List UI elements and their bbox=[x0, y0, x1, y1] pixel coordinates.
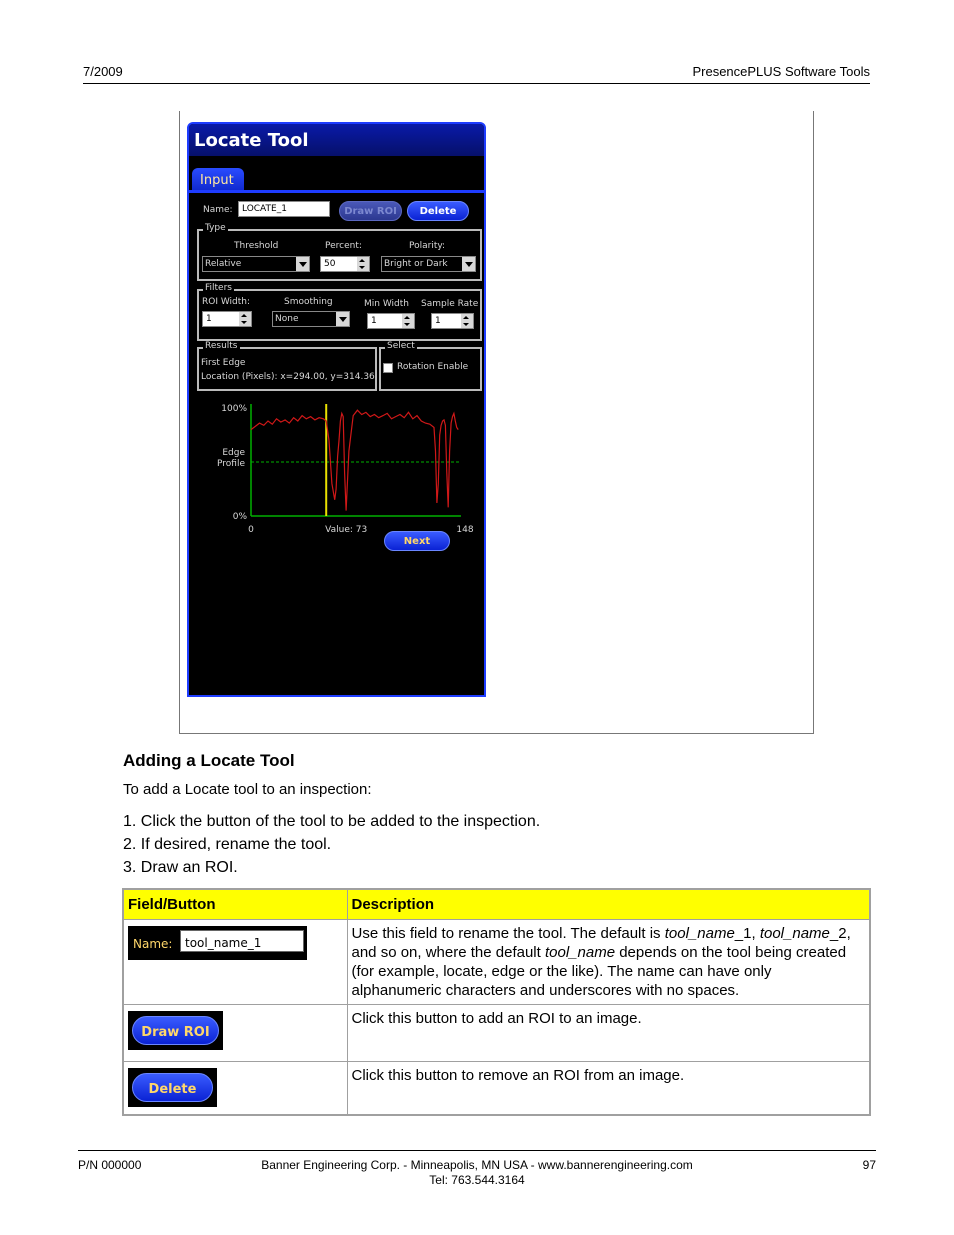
stepper-arrows-icon bbox=[402, 314, 414, 328]
name-field[interactable]: LOCATE_1 bbox=[238, 201, 330, 217]
next-button[interactable]: Next bbox=[384, 531, 450, 551]
percent-stepper[interactable]: 50 bbox=[320, 256, 370, 272]
section-title: Adding a Locate Tool bbox=[123, 751, 295, 770]
col-field-button: Field/Button bbox=[122, 888, 348, 920]
min-width-value: 1 bbox=[371, 316, 377, 326]
table-row: Name: tool_name_1 Use this field to rena… bbox=[122, 918, 871, 1005]
delete-example-label: Delete bbox=[132, 1072, 213, 1102]
panel-title: Locate Tool bbox=[189, 124, 484, 156]
name-label: Name: bbox=[203, 205, 233, 215]
sample-rate-label: Sample Rate bbox=[421, 299, 479, 309]
locate-tool-panel: Locate Tool Input Name: LOCATE_1 Draw RO… bbox=[187, 122, 486, 697]
list-item: 1. Click the button of the tool to be ad… bbox=[123, 813, 541, 830]
sample-rate-stepper[interactable]: 1 bbox=[431, 313, 474, 329]
tab-strip bbox=[189, 190, 484, 193]
footer-part-number: P/N 000000 bbox=[78, 1158, 142, 1172]
y-mid-label-1: Edge bbox=[222, 448, 245, 458]
results-first-edge: First Edge bbox=[201, 358, 246, 368]
chevron-down-icon bbox=[462, 257, 475, 271]
roi-width-label: ROI Width: bbox=[202, 297, 251, 307]
filters-group-title: Filters bbox=[203, 283, 234, 293]
draw-roi-example-label: Draw ROI bbox=[132, 1015, 219, 1045]
col-description: Description bbox=[346, 888, 871, 920]
chevron-down-icon bbox=[336, 312, 349, 326]
type-group-title: Type bbox=[203, 223, 228, 233]
row1-description: Use this field to rename the tool. The d… bbox=[346, 918, 871, 1005]
y-bottom-label: 0% bbox=[233, 512, 248, 522]
x-max-label: 148 bbox=[456, 525, 473, 535]
list-item: 2. If desired, rename the tool. bbox=[123, 836, 332, 853]
row3-description: Click this button to remove an ROI from … bbox=[346, 1060, 871, 1116]
footer-rule bbox=[78, 1150, 876, 1151]
name-example-field: tool_name_1 bbox=[180, 929, 304, 952]
smoothing-value: None bbox=[275, 314, 299, 324]
min-width-stepper[interactable]: 1 bbox=[367, 313, 415, 329]
rotation-enable-label: Rotation Enable bbox=[397, 362, 469, 372]
sample-rate-value: 1 bbox=[435, 316, 441, 326]
footer-company: Banner Engineering Corp. - Minneapolis, … bbox=[200, 1158, 754, 1188]
list-item: 3. Draw an ROI. bbox=[123, 859, 238, 876]
draw-roi-button-example: Draw ROI bbox=[128, 1010, 223, 1050]
table-header-row: Field/Button Description bbox=[122, 888, 871, 920]
chevron-down-icon bbox=[296, 257, 309, 271]
footer-phone: Tel: 763.544.3164 bbox=[429, 1173, 525, 1187]
percent-value: 50 bbox=[324, 259, 336, 269]
smoothing-select[interactable]: None bbox=[272, 311, 350, 327]
results-location: Location (Pixels): x=294.00, y=314.36 bbox=[201, 372, 375, 382]
x-min-label: 0 bbox=[248, 525, 254, 535]
footer-company-line: Banner Engineering Corp. - Minneapolis, … bbox=[261, 1158, 693, 1172]
smoothing-label: Smoothing bbox=[284, 297, 333, 307]
polarity-select[interactable]: Bright or Dark bbox=[381, 256, 476, 272]
delete-button-example: Delete bbox=[128, 1067, 217, 1107]
roi-width-value: 1 bbox=[206, 314, 212, 324]
edge-profile-series bbox=[250, 409, 459, 511]
footer-page-number: 97 bbox=[862, 1158, 876, 1172]
roi-width-stepper[interactable]: 1 bbox=[202, 311, 252, 327]
table-row: Draw ROI Click this button to add an ROI… bbox=[122, 1003, 871, 1062]
threshold-select[interactable]: Relative bbox=[202, 256, 310, 272]
y-top-label: 100% bbox=[221, 404, 247, 414]
table-row: Delete Click this button to remove an RO… bbox=[122, 1060, 871, 1116]
header-date: 7/2009 bbox=[83, 64, 123, 79]
polarity-label: Polarity: bbox=[409, 241, 446, 251]
results-group: Results bbox=[197, 341, 377, 391]
steps-list: 1. Click the button of the tool to be ad… bbox=[123, 810, 540, 879]
name-example-label: Name: bbox=[133, 936, 173, 951]
name-field-example: Name: tool_name_1 bbox=[128, 925, 307, 960]
stepper-arrows-icon bbox=[461, 314, 473, 328]
stepper-arrows-icon bbox=[357, 257, 369, 271]
threshold-label: Threshold bbox=[234, 241, 279, 251]
header-rule bbox=[83, 83, 870, 84]
rotation-enable-checkbox[interactable] bbox=[383, 363, 393, 373]
percent-label: Percent: bbox=[325, 241, 362, 251]
delete-button[interactable]: Delete bbox=[407, 201, 469, 221]
draw-roi-button[interactable]: Draw ROI bbox=[339, 201, 402, 221]
stepper-arrows-icon bbox=[239, 312, 251, 326]
section-intro: To add a Locate tool to an inspection: bbox=[123, 781, 372, 798]
type-group: Type bbox=[197, 223, 482, 281]
field-button-table: Field/Button Description Name: tool_name… bbox=[122, 888, 871, 1116]
select-group-title: Select bbox=[385, 341, 417, 351]
value-label: Value: 73 bbox=[325, 525, 367, 535]
threshold-value: Relative bbox=[205, 259, 242, 269]
y-mid-label-2: Profile bbox=[217, 459, 245, 469]
row2-description: Click this button to add an ROI to an im… bbox=[346, 1003, 871, 1062]
polarity-value: Bright or Dark bbox=[384, 259, 448, 269]
min-width-label: Min Width bbox=[364, 299, 409, 309]
header-doc-title: PresencePLUS Software Tools bbox=[692, 64, 870, 79]
results-group-title: Results bbox=[203, 341, 240, 351]
